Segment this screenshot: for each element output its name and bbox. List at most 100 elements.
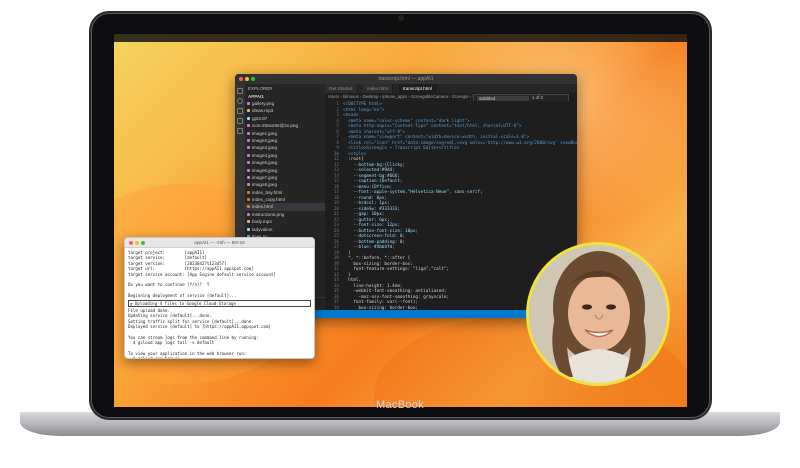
line-number: 21: [333, 212, 339, 217]
line-number: 4: [336, 118, 339, 124]
run-debug-icon[interactable]: [237, 118, 243, 124]
line-number: 10: [333, 151, 339, 157]
code-line: :root{: [343, 157, 364, 162]
file-name: gallery.png: [252, 101, 275, 106]
device-brand: MacBook: [376, 399, 424, 411]
file-name: image7.jpeg: [252, 174, 278, 180]
line-number: 35: [333, 289, 339, 294]
file-name: index_copy.html: [252, 197, 285, 203]
code-line: font-family: var(--font);: [343, 300, 419, 305]
code-line: <!DOCTYPE html>: [343, 102, 382, 107]
line-number: 23: [333, 223, 339, 228]
code-line: }: [343, 250, 351, 256]
file-item[interactable]: index.html: [245, 203, 325, 211]
maximize-icon[interactable]: [141, 240, 145, 245]
terminal-line: Beginning deployment of service [default…: [128, 293, 237, 299]
line-number: 22: [333, 217, 339, 223]
tab-index-html[interactable]: index.html: [363, 84, 393, 93]
file-name: gpt4.97: [252, 115, 268, 121]
file-item[interactable]: ladyvalion: [245, 226, 325, 233]
line-number: 27: [333, 245, 339, 250]
presenter-portrait: [529, 245, 667, 383]
file-name: index.html: [252, 204, 273, 210]
code-line: --font:-apple-system,"Helvetica Neue", s…: [343, 190, 483, 195]
code-line: line-height: 1.4em;: [343, 283, 403, 289]
file-item[interactable]: image2.jpeg: [245, 137, 325, 144]
line-number: 18: [333, 195, 339, 201]
line-number: 26: [333, 239, 339, 245]
files-icon[interactable]: [237, 88, 243, 94]
tab-transcript-html[interactable]: transcript.html: [399, 84, 437, 93]
line-number: 12: [333, 162, 339, 168]
explorer-header: EXPLORER: [248, 86, 273, 91]
code-line: font-feature-settings: "liga","calt";: [343, 267, 450, 272]
search-icon[interactable]: [237, 98, 243, 104]
file-item[interactable]: index_bsy.html: [245, 189, 325, 196]
code-line: -webkit-font-smoothing: antialiased;: [343, 289, 447, 294]
minimize-icon[interactable]: [245, 77, 249, 81]
close-icon[interactable]: [129, 240, 133, 245]
file-item[interactable]: image6.jpeg: [245, 167, 325, 174]
minimize-icon[interactable]: [135, 240, 139, 245]
extensions-icon[interactable]: [237, 128, 243, 134]
file-item[interactable]: image5.jpeg: [245, 159, 325, 166]
file-icon: [247, 146, 250, 150]
file-icon: [247, 168, 250, 172]
webcam-overlay: [526, 242, 670, 386]
terminal-title: appAI1 — -zsh — 80×24: [194, 240, 245, 245]
file-item[interactable]: image4.jpeg: [245, 152, 325, 159]
vscode-window-title: transcript.html — appAI1: [378, 76, 434, 82]
camera-dot: [397, 15, 404, 21]
line-number: 36: [333, 294, 339, 300]
file-item[interactable]: instructions.png: [245, 211, 325, 218]
line-number: 25: [333, 234, 339, 239]
line-number: 33: [333, 278, 339, 283]
code-line: --dotscreen-fold: 0;: [343, 234, 406, 239]
vscode-titlebar[interactable]: transcript.html — appAI1: [235, 74, 577, 84]
line-number: 19: [333, 201, 339, 206]
line-number: 30: [333, 261, 339, 267]
line-number: 11: [333, 157, 339, 162]
file-item[interactable]: icon-256x256@2x.png: [245, 122, 325, 129]
file-item[interactable]: ideas.mp3: [245, 107, 325, 114]
line-number: 32: [333, 272, 339, 278]
file-name: image8.jpeg: [252, 182, 278, 188]
terminal-titlebar[interactable]: appAI1 — -zsh — 80×24: [125, 238, 314, 248]
file-name: instructions.png: [252, 211, 285, 217]
line-number: 31: [333, 267, 339, 272]
file-name: icon-256x256@2x.png: [252, 123, 299, 129]
line-number: 37: [333, 300, 339, 305]
file-item[interactable]: gpt4.97: [245, 115, 325, 122]
code-line: --segment-bg:#666;: [343, 173, 400, 179]
file-item[interactable]: image3.jpeg: [245, 144, 325, 151]
file-item[interactable]: image7.jpeg: [245, 174, 325, 181]
source-control-icon[interactable]: [237, 108, 243, 114]
terminal-output[interactable]: target project: [appAI1] target service: …: [125, 248, 314, 359]
code-line: --gutter: 6px;: [343, 217, 390, 223]
line-number: 17: [333, 190, 339, 195]
code-line: --blue: #4bb4fd;: [343, 245, 395, 250]
file-item[interactable]: index_copy.html: [245, 196, 325, 203]
terminal-window[interactable]: appAI1 — -zsh — 80×24 target project: [a…: [124, 237, 315, 359]
file-item[interactable]: image8.jpeg: [245, 181, 325, 188]
file-name: image4.jpeg: [252, 152, 278, 158]
code-line: }: [343, 272, 351, 278]
tab-get-started[interactable]: Get Started: [325, 84, 358, 93]
line-number: 24: [333, 228, 339, 234]
code-line: --font-size: 12px;: [343, 223, 400, 228]
code-line: --brdcol: 1px;: [343, 201, 390, 206]
code-line: <html lang="en">: [343, 107, 385, 113]
file-name: image1.jpeg: [252, 130, 278, 136]
maximize-icon[interactable]: [251, 77, 255, 81]
editor-tabs: Get Started index.html transcript.html: [325, 84, 577, 93]
file-item[interactable]: image1.jpeg: [245, 130, 325, 137]
code-line: <style>: [343, 151, 367, 157]
close-icon[interactable]: [239, 77, 243, 81]
line-number: 15: [333, 179, 339, 184]
file-item[interactable]: gallery.png: [245, 100, 325, 107]
file-item[interactable]: body.mp4: [245, 218, 325, 225]
line-number: 13: [333, 168, 339, 173]
line-number: 1: [336, 102, 339, 107]
file-icon: [247, 198, 250, 202]
terminal-line: $ gcloud app browse: [128, 356, 180, 359]
